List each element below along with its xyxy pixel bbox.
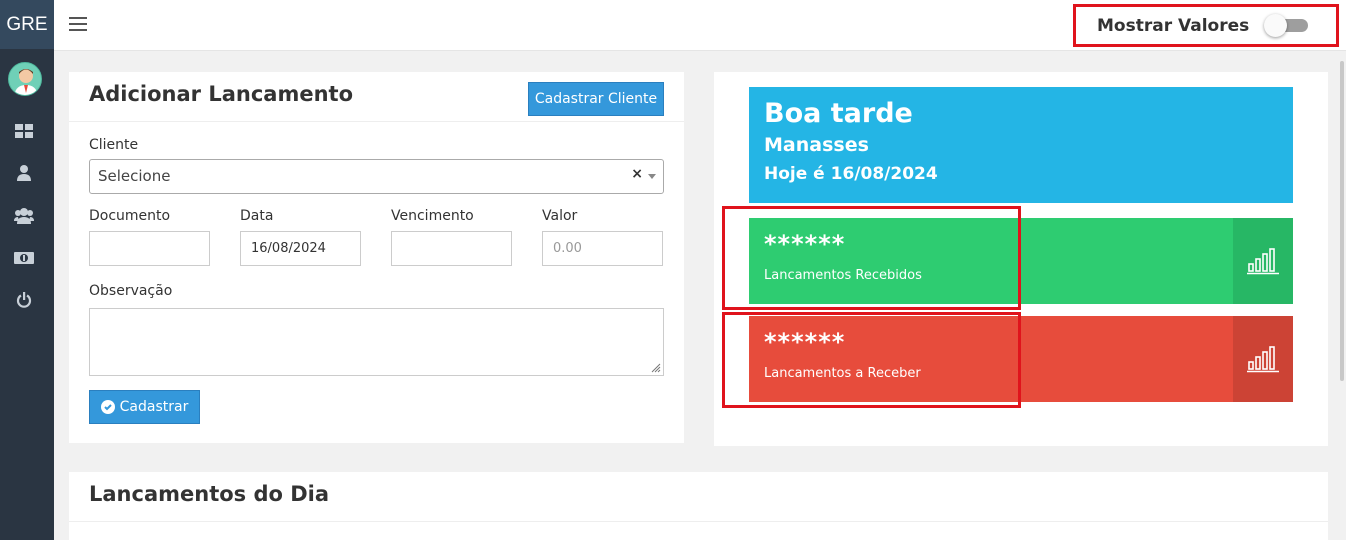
bar-chart-icon [1233, 316, 1293, 402]
client-select-value: Selecione [98, 167, 171, 185]
resize-handle-icon[interactable] [651, 363, 661, 373]
user-icon[interactable] [14, 163, 34, 183]
clear-selection-icon[interactable]: × [631, 166, 643, 182]
dashboard-icon[interactable] [14, 121, 34, 141]
greeting-card: Boa tarde Manasses Hoje é 16/08/2024 [749, 87, 1293, 203]
highlight-box [722, 206, 1021, 310]
today-date: Hoje é 16/08/2024 [764, 164, 938, 184]
show-values-toggle[interactable] [1264, 14, 1310, 37]
users-icon[interactable] [14, 206, 34, 226]
show-values-control: Mostrar Valores [1073, 4, 1339, 47]
due-date-field[interactable] [391, 231, 512, 266]
greeting-text: Boa tarde [764, 98, 913, 129]
client-label: Cliente [89, 137, 139, 153]
show-values-label: Mostrar Valores [1097, 16, 1250, 36]
avatar[interactable] [8, 62, 42, 96]
add-entry-panel: Adicionar Lancamento Cadastrar Cliente C… [69, 72, 684, 443]
sidebar: GRE [0, 0, 54, 540]
brand-logo[interactable]: GRE [0, 0, 54, 49]
date-field[interactable]: 16/08/2024 [240, 231, 361, 266]
add-entry-title: Adicionar Lancamento [89, 82, 354, 106]
bar-chart-icon [1233, 218, 1293, 304]
document-label: Documento [89, 208, 171, 224]
register-client-button[interactable]: Cadastrar Cliente [528, 82, 664, 116]
note-textarea[interactable] [89, 308, 664, 376]
note-label: Observação [89, 283, 173, 299]
daily-entries-panel: Lancamentos do Dia [69, 472, 1328, 540]
date-label: Data [240, 208, 274, 224]
submit-button-label: Cadastrar [119, 399, 189, 415]
client-select[interactable]: Selecione × [89, 159, 664, 194]
due-date-label: Vencimento [391, 208, 474, 224]
chevron-down-icon[interactable] [648, 174, 656, 179]
money-icon[interactable] [14, 248, 34, 268]
daily-entries-title: Lancamentos do Dia [89, 482, 330, 506]
user-name: Manasses [764, 134, 869, 156]
submit-button[interactable]: Cadastrar [89, 390, 200, 424]
menu-icon[interactable] [69, 17, 87, 31]
power-icon[interactable] [14, 290, 34, 310]
value-label: Valor [542, 208, 578, 224]
value-field[interactable]: 0.00 [542, 231, 663, 266]
document-field[interactable] [89, 231, 210, 266]
check-circle-icon [100, 400, 115, 414]
highlight-box [722, 312, 1021, 408]
top-bar: Mostrar Valores [54, 0, 1346, 51]
page-scrollbar[interactable] [1338, 51, 1346, 540]
